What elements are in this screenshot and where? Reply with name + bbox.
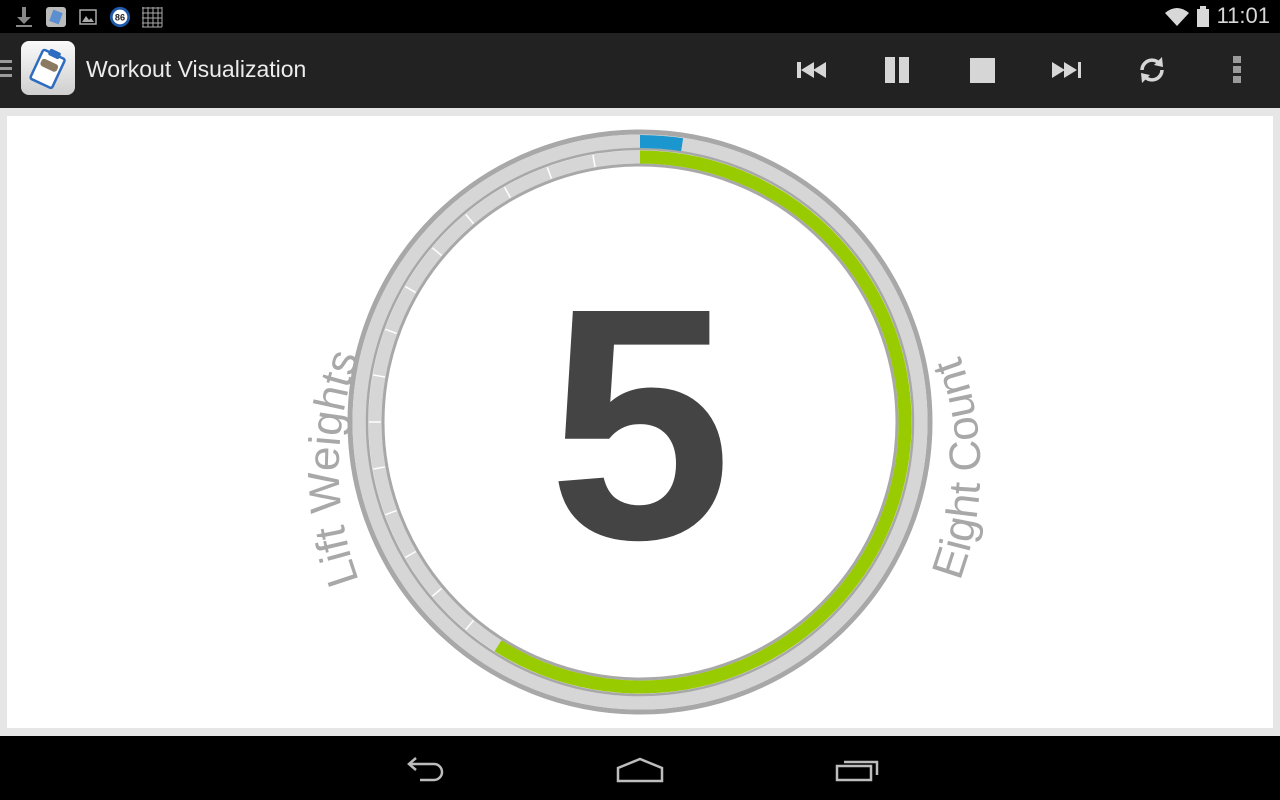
recents-icon xyxy=(835,760,879,782)
home-button[interactable] xyxy=(600,748,680,792)
battery-icon xyxy=(1197,6,1209,27)
home-icon xyxy=(616,757,664,783)
count-type-label-text: Eight Count xyxy=(923,353,991,585)
back-button[interactable] xyxy=(384,748,464,792)
overflow-menu-button[interactable] xyxy=(1207,44,1267,96)
drawer-indicator-icon[interactable] xyxy=(0,60,12,78)
workout-card: 5 Lift Weights Eight Count xyxy=(7,116,1273,728)
count-type-label: Eight Count xyxy=(923,353,991,585)
clipboard-icon xyxy=(29,48,66,90)
download-icon xyxy=(16,7,32,27)
stop-icon xyxy=(970,58,995,83)
workout-visualization: 5 Lift Weights Eight Count xyxy=(299,129,991,715)
repeat-button[interactable] xyxy=(1122,44,1182,96)
badge-86-icon: 86 xyxy=(109,6,131,28)
count-number: 5 xyxy=(548,239,732,608)
previous-button[interactable] xyxy=(782,44,842,96)
pause-icon xyxy=(885,57,909,83)
stop-button[interactable] xyxy=(952,44,1012,96)
app-title: Workout Visualization xyxy=(86,56,307,82)
wifi-icon xyxy=(1165,8,1189,26)
back-icon xyxy=(407,757,444,782)
grid-icon xyxy=(142,7,163,28)
overall-progress-arc xyxy=(639,135,684,152)
app-icon[interactable] xyxy=(21,41,75,95)
status-bar: 86 11:01 xyxy=(0,0,1280,33)
skip-next-icon xyxy=(1052,62,1081,78)
skip-previous-icon xyxy=(797,62,826,78)
content-area: 5 Lift Weights Eight Count xyxy=(0,108,1280,736)
badge-value: 86 xyxy=(115,13,125,23)
pause-button[interactable] xyxy=(867,44,927,96)
clock: 11:01 xyxy=(1216,3,1270,28)
sync-icon xyxy=(1140,57,1164,83)
more-vert-icon xyxy=(1233,56,1241,83)
app-notification-icon xyxy=(46,7,66,27)
next-button[interactable] xyxy=(1037,44,1097,96)
recents-button[interactable] xyxy=(818,748,898,792)
image-icon xyxy=(79,9,97,25)
